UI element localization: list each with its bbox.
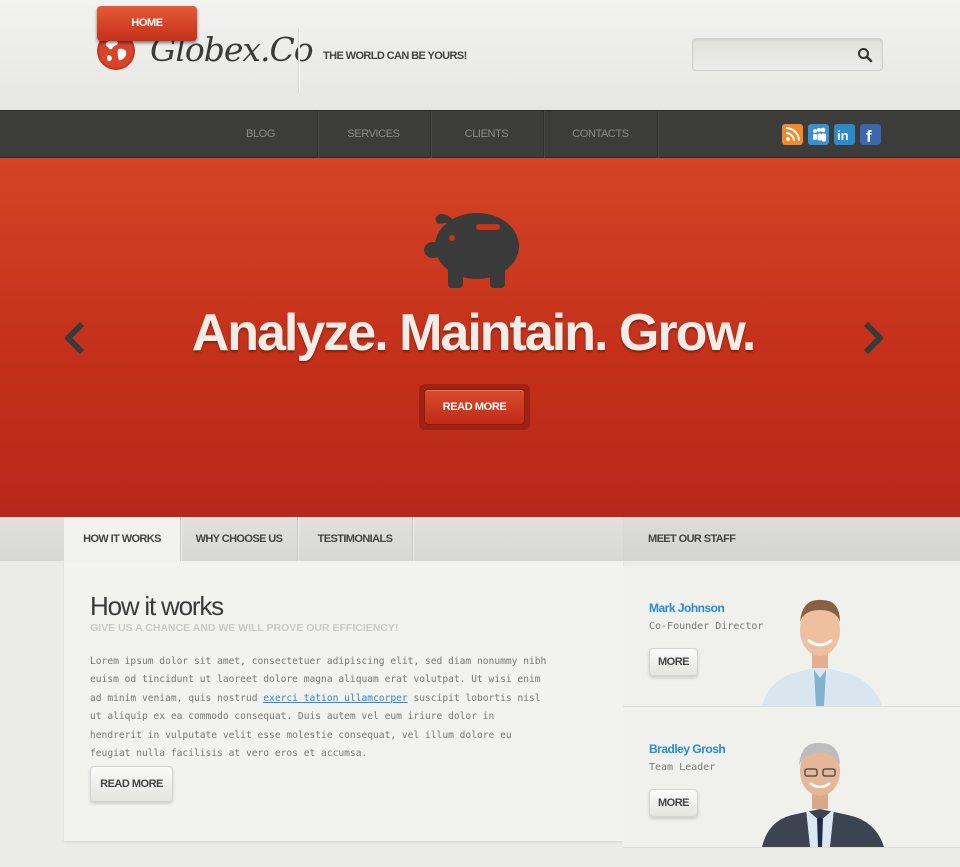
nav-item-clients[interactable]: CLIENTS — [430, 111, 543, 158]
staff-photo — [762, 742, 884, 847]
staff-role: Team Leader — [649, 762, 716, 773]
staff-name[interactable]: Mark Johnson — [649, 601, 725, 615]
content-title: How it works — [90, 591, 224, 621]
header-divider — [298, 28, 299, 94]
nav-separator — [657, 111, 658, 158]
tab-separator — [412, 517, 413, 561]
content-subtitle: GIVE US A CHANCE AND WE WILL PROVE OUR E… — [90, 622, 399, 634]
svg-text:f: f — [866, 127, 872, 145]
tab-why-choose-us[interactable]: WHY CHOOSE US — [181, 517, 297, 561]
nav-item-blog[interactable]: BLOG — [204, 111, 317, 158]
staff-name[interactable]: Bradley Grosh — [649, 742, 726, 756]
staff-more-button[interactable]: MORE — [649, 789, 698, 817]
body-link[interactable]: exerci tation ullamcorper — [263, 693, 407, 704]
hero-title: Analyze. Maintain. Grow. — [191, 304, 757, 362]
tagline: THE WORLD CAN BE YOURS! — [323, 50, 467, 62]
rss-icon[interactable] — [782, 124, 803, 145]
content-body: Lorem ipsum dolor sit amet, consectetuer… — [90, 653, 550, 763]
search-input[interactable] — [701, 45, 851, 65]
nav-item-services[interactable]: SERVICES — [317, 111, 430, 158]
hero-read-more-button[interactable]: READ MORE — [424, 389, 525, 425]
nav-item-contacts[interactable]: CONTACTS — [544, 111, 657, 158]
staff-heading: MEET OUR STAFF — [623, 517, 960, 561]
tab-testimonials[interactable]: TESTIMONIALS — [298, 517, 412, 561]
svg-text:in: in — [837, 128, 849, 143]
piggy-bank-icon — [424, 213, 519, 288]
staff-photo — [762, 599, 882, 706]
staff-role: Co-Founder Director — [649, 621, 764, 632]
staff-more-button[interactable]: MORE — [649, 648, 698, 676]
search-box — [692, 38, 883, 71]
chevron-left-icon[interactable] — [62, 320, 88, 356]
tab-how-it-works[interactable]: HOW IT WORKS — [64, 517, 180, 561]
chevron-right-icon[interactable] — [860, 320, 886, 356]
myspace-icon[interactable] — [808, 124, 829, 145]
facebook-icon[interactable]: f — [860, 124, 881, 145]
nav-item-home[interactable]: HOME — [97, 6, 197, 41]
content-read-more-button[interactable]: READ MORE — [90, 766, 173, 802]
search-icon[interactable] — [856, 46, 874, 64]
linkedin-icon[interactable]: in — [834, 124, 855, 145]
